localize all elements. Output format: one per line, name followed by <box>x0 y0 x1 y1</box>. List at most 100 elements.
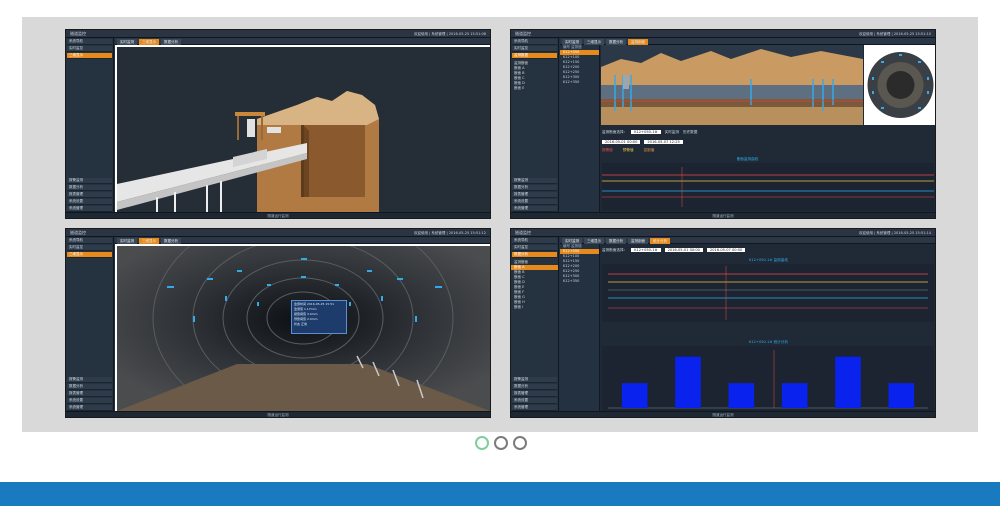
query-form: 监测断面选择： K12+050-1# 2016-05-01 00:00 2016… <box>602 246 933 254</box>
status-text: 隧道运行监测 <box>712 214 734 218</box>
sidebar-item-nav[interactable]: 系统导航 <box>512 238 557 244</box>
tab-bar: 实时监测 三维显示 数据分析 监测剖面 <box>560 38 935 45</box>
app-brand: 隧道监控 <box>515 31 531 36</box>
date-from-input[interactable]: 2016-05-01 00:00 <box>602 140 641 144</box>
status-bar: 隧道运行监测 <box>66 411 490 417</box>
sidebar-item-nav[interactable]: 系统导航 <box>512 39 557 45</box>
tab-bar: 实时监测 三维显示 数据分析 监测剖面 统计分析 <box>560 237 935 244</box>
sidebar-item-monitor[interactable]: 实时监控 <box>512 245 557 251</box>
status-bar: 隧道运行监测 <box>66 212 490 218</box>
header-clock: 欢迎使用 | 系统管理 | 2016-05-25 15:51:08 <box>414 32 486 36</box>
3d-viewport[interactable]: 监测时间 2016-05-25 15:51 监测值 1.17mm 报警阈值 3.… <box>115 244 490 411</box>
info-popup[interactable]: 监测时间 2016-05-25 15:51 监测值 1.17mm 报警阈值 3.… <box>291 300 347 334</box>
legend-control: 控制值 <box>643 148 655 152</box>
header-clock: 欢迎使用 | 系统管理 | 2016-05-25 15:51:12 <box>414 231 486 235</box>
sidebar-item-analysis[interactable]: 数据分析 <box>67 384 112 390</box>
bar-5 <box>835 356 861 408</box>
sidebar-item-alarm[interactable]: 报警监测 <box>67 178 112 184</box>
bar-2 <box>675 356 701 408</box>
radio-realtime[interactable]: 实时监测 <box>665 130 679 135</box>
status-text: 隧道运行监测 <box>267 413 289 417</box>
bar-chart-title: K12+050-1# 统计分析 <box>749 340 788 344</box>
chart-title: 断面监测曲线 <box>736 157 759 161</box>
sidebar-item-monitor[interactable]: 实时监控 <box>512 46 557 52</box>
sidebar-item-monitor[interactable]: 实时监控 <box>67 245 112 251</box>
title-bar: 隧道监控 欢迎使用 | 系统管理 | 2016-05-25 15:51:10 <box>511 30 935 38</box>
screenshot-statistics[interactable]: 隧道监控 欢迎使用 | 系统管理 | 2016-05-25 15:51:14 系… <box>510 228 936 418</box>
section-tree: 监测断面 断面 A 断面 B 断面 C 断面 D 断面 E <box>511 61 558 91</box>
sidebar-item-monitor[interactable]: 实时监控 <box>67 46 112 52</box>
screenshot-gallery: 隧道监控 欢迎使用 | 系统管理 | 2016-05-25 15:51:08 系… <box>22 17 978 432</box>
app-brand: 隧道监控 <box>70 230 86 235</box>
list-item[interactable]: K12+350 <box>560 80 599 85</box>
app-brand: 隧道监控 <box>70 31 86 36</box>
screenshot-tunnel-interior[interactable]: 隧道监控 欢迎使用 | 系统管理 | 2016-05-25 15:51:12 系… <box>65 228 491 418</box>
radio-history[interactable]: 历史数据 <box>683 130 697 135</box>
title-bar: 隧道监控 欢迎使用 | 系统管理 | 2016-05-25 15:51:08 <box>66 30 490 38</box>
bar-6 <box>888 383 915 408</box>
pager-dot-3[interactable] <box>513 436 527 450</box>
popup-row: 状态 正常 <box>294 322 307 326</box>
date-from-input[interactable]: 2016-05-01 00:00 <box>664 248 703 252</box>
screenshot-section-monitoring[interactable]: 隧道监控 欢迎使用 | 系统管理 | 2016-05-25 15:51:10 系… <box>510 29 936 219</box>
status-bar: 隧道运行监测 <box>511 411 935 417</box>
screenshot-3d-section[interactable]: 隧道监控 欢迎使用 | 系统管理 | 2016-05-25 15:51:08 系… <box>65 29 491 219</box>
chart-legend: 报警值 预警值 控制值 <box>602 148 933 155</box>
sidebar-item-data[interactable]: 监测数据 <box>512 53 557 59</box>
sidebar: 系统导航 实时监控 监测数据 监测断面 断面 A 断面 B 断面 C 断面 D … <box>511 38 559 212</box>
sidebar-item-report[interactable]: 报表管理 <box>512 192 557 198</box>
pager-dot-2[interactable] <box>494 436 508 450</box>
sidebar-item-settings[interactable]: 系统设置 <box>67 199 112 205</box>
status-text: 隧道运行监测 <box>267 214 289 218</box>
sidebar-item-3d[interactable]: 三维显示 <box>67 252 112 258</box>
sidebar-item-analysis[interactable]: 数据分析 <box>512 384 557 390</box>
sidebar-item-alarm[interactable]: 报警监测 <box>67 377 112 383</box>
header-clock: 欢迎使用 | 系统管理 | 2016-05-25 15:51:10 <box>859 32 931 36</box>
sidebar-item-report[interactable]: 报表管理 <box>512 391 557 397</box>
3d-viewport[interactable] <box>115 45 490 212</box>
monitor-curve-chart <box>602 163 934 211</box>
sidebar-item-nav[interactable]: 系统导航 <box>67 238 112 244</box>
point-list: 编号 监测值 K12+050 K12+100 K12+150 K12+200 K… <box>560 45 600 212</box>
sidebar-item-analysis[interactable]: 数据分析 <box>512 185 557 191</box>
section-select[interactable]: K12+050-1# <box>631 248 661 252</box>
sidebar-item-3d[interactable]: 三维显示 <box>67 53 112 59</box>
bar-3 <box>728 383 755 408</box>
soil-surface <box>257 91 379 125</box>
sidebar-item-analysis[interactable]: 数据分析 <box>67 185 112 191</box>
sidebar-item-report[interactable]: 报表管理 <box>67 391 112 397</box>
header-clock: 欢迎使用 | 系统管理 | 2016-05-25 15:51:14 <box>859 231 931 235</box>
legend-alarm: 报警值 <box>602 148 613 152</box>
sidebar-item-alarm[interactable]: 报警监测 <box>512 178 557 184</box>
legend-warning: 预警值 <box>622 148 634 152</box>
list-item[interactable]: K12+350 <box>560 279 599 284</box>
geology-profile <box>601 45 863 125</box>
sidebar-item-settings[interactable]: 系统设置 <box>512 398 557 404</box>
date-range: 2016-05-01 00:00 2016-05-07 12:25 <box>602 138 933 146</box>
status-text: 隧道运行监测 <box>712 413 734 417</box>
tab-bar: 实时监测 三维显示 数据分析 <box>115 237 490 244</box>
sidebar-item-alarm[interactable]: 报警监测 <box>512 377 557 383</box>
section-select[interactable]: K12+050-1# <box>631 130 661 134</box>
date-to-input[interactable]: 2016-05-07 00:00 <box>706 248 746 252</box>
sidebar-item-nav[interactable]: 系统导航 <box>67 39 112 45</box>
title-bar: 隧道监控 欢迎使用 | 系统管理 | 2016-05-25 15:51:12 <box>66 229 490 237</box>
point-list: 编号 监测值 K12+050 K12+100 K12+150 K12+200 K… <box>560 244 600 411</box>
date-to-input[interactable]: 2016-05-07 12:25 <box>644 140 683 144</box>
sidebar-item-settings[interactable]: 系统设置 <box>512 199 557 205</box>
section-tree: 监测断面 断面 A 断面 B 断面 C 断面 D 断面 E 断面 F 断面 G … <box>511 260 558 310</box>
tree-item[interactable]: 断面 I <box>511 305 558 310</box>
sidebar-item-settings[interactable]: 系统设置 <box>67 398 112 404</box>
status-bar: 隧道运行监测 <box>511 212 935 218</box>
bar-1 <box>621 383 648 408</box>
statistics-view: 编号 监测值 K12+050 K12+100 K12+150 K12+200 K… <box>560 244 935 411</box>
sidebar-item-report[interactable]: 报表管理 <box>67 192 112 198</box>
sidebar-item-analysis-active[interactable]: 数据分析 <box>512 252 557 258</box>
sidebar: 系统导航 实时监控 三维显示 报警监测 数据分析 报表管理 系统设置 系统管理 <box>66 237 114 411</box>
tree-item[interactable]: 断面 E <box>511 86 558 91</box>
tab-bar: 实时监测 三维显示 数据分析 <box>115 38 490 45</box>
section-select-label: 监测断面选择： <box>602 247 628 252</box>
bar-4 <box>781 383 808 408</box>
excavation-pit <box>303 125 365 197</box>
pager-dot-1[interactable] <box>475 436 489 450</box>
